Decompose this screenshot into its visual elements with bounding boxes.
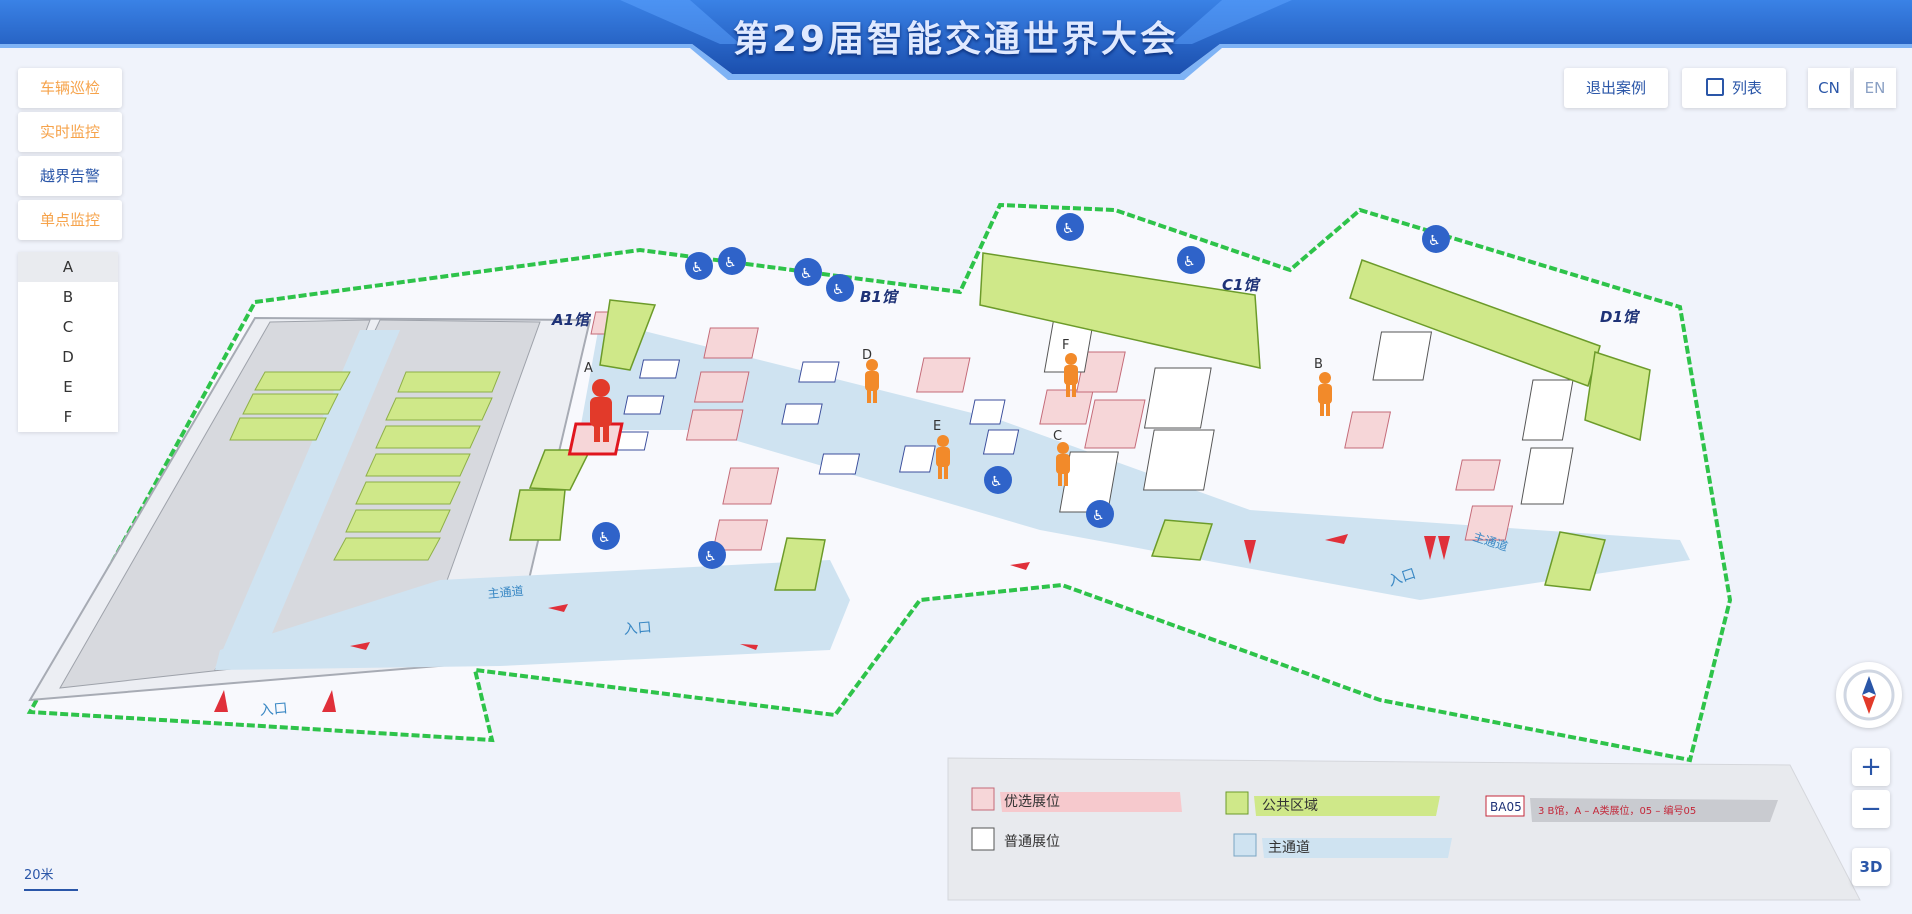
hall-label-a1: A1馆 [551, 311, 592, 329]
scale-bar: 20米 [24, 864, 78, 896]
exhibition-floor-map[interactable]: A1馆 B1馆 C1馆 D1馆 入口 入口 入口 主通道 主通道 ♿ ♿ ♿ ♿… [0, 0, 1912, 914]
scale-label: 20米 [24, 868, 54, 883]
exit-case-button[interactable]: 退出案例 [1564, 68, 1668, 108]
legend-preferred: 优选展位 [1004, 794, 1060, 810]
list-button-label: 列表 [1731, 79, 1762, 97]
svg-text:♿: ♿ [691, 260, 704, 276]
toilet-icon: ♿ [718, 247, 746, 275]
hall-label-c1: C1馆 [1222, 276, 1261, 294]
svg-text:A: A [584, 361, 593, 376]
page-title: 第29届智能交通世界大会 [732, 19, 1180, 60]
svg-text:♿: ♿ [704, 549, 717, 565]
compass-button[interactable] [1836, 662, 1902, 728]
toilet-icon: ♿ [592, 522, 620, 550]
svg-text:C: C [1053, 429, 1062, 444]
svg-text:♿: ♿ [1062, 221, 1075, 237]
zone-item-d[interactable]: D [18, 342, 118, 372]
list-button[interactable]: 列表 [1682, 68, 1786, 108]
legend-swatch-public [1225, 791, 1249, 815]
svg-text:♿: ♿ [832, 282, 845, 298]
svg-text:B: B [1314, 357, 1323, 372]
lang-en-button[interactable]: EN [1853, 68, 1896, 108]
hall-label-d1: D1馆 [1600, 308, 1641, 326]
zone-list: A B C D E F [18, 252, 118, 432]
list-icon [1705, 78, 1724, 96]
svg-text:♿: ♿ [990, 474, 1003, 490]
legend-swatch-normal [971, 827, 995, 851]
svg-text:♿: ♿ [724, 255, 737, 271]
hall-label-b1: B1馆 [860, 288, 900, 306]
entrance-label: 入口 [623, 620, 652, 638]
zone-item-b[interactable]: B [18, 282, 118, 312]
view-3d-button[interactable]: 3D [1852, 848, 1890, 886]
legend-code-desc: 3 B馆，A – A类展位，05 – 编号05 [1538, 804, 1696, 817]
svg-text:E: E [933, 419, 941, 434]
compass-icon [1843, 669, 1895, 721]
zone-item-e[interactable]: E [18, 372, 118, 402]
svg-text:♿: ♿ [1092, 508, 1105, 524]
toilet-icon: ♿ [698, 541, 726, 569]
toilet-icon: ♿ [1086, 500, 1114, 528]
zoom-out-button[interactable]: − [1852, 790, 1890, 828]
legend-public: 公共区域 [1262, 798, 1318, 814]
legend-panel: 优选展位 普通展位 公共区域 主通道 BA05 3 B馆，A – A类展位，05… [947, 757, 1861, 901]
svg-text:♿: ♿ [1428, 233, 1441, 249]
scale-line [24, 889, 78, 891]
zoom-in-button[interactable]: + [1852, 748, 1890, 786]
vehicle-patrol-button[interactable]: 车辆巡检 [18, 68, 122, 108]
entrance-label: 入口 [259, 701, 288, 719]
legend-normal: 普通展位 [1004, 834, 1060, 850]
toilet-icon: ♿ [1422, 225, 1450, 253]
legend-corridor: 主通道 [1268, 840, 1310, 856]
lang-cn-button[interactable]: CN [1808, 68, 1850, 108]
svg-text:♿: ♿ [598, 530, 611, 546]
legend-swatch-preferred [971, 787, 995, 811]
svg-text:♿: ♿ [1183, 254, 1196, 270]
single-point-monitor-button[interactable]: 单点监控 [18, 200, 122, 240]
toilet-icon: ♿ [984, 466, 1012, 494]
toilet-icon: ♿ [794, 258, 822, 286]
toilet-icon: ♿ [826, 274, 854, 302]
zone-item-a[interactable]: A [18, 252, 118, 282]
svg-text:♿: ♿ [800, 266, 813, 282]
legend-swatch-corridor [1233, 833, 1257, 857]
zone-item-f[interactable]: F [18, 402, 118, 432]
zone-item-c[interactable]: C [18, 312, 118, 342]
svg-text:D: D [862, 348, 872, 363]
svg-text:F: F [1062, 338, 1069, 353]
legend-code-example: BA05 [1490, 800, 1522, 814]
boundary-alarm-button[interactable]: 越界告警 [18, 156, 122, 196]
toilet-icon: ♿ [1177, 246, 1205, 274]
realtime-monitor-button[interactable]: 实时监控 [18, 112, 122, 152]
toilet-icon: ♿ [685, 252, 713, 280]
toilet-icon: ♿ [1056, 213, 1084, 241]
